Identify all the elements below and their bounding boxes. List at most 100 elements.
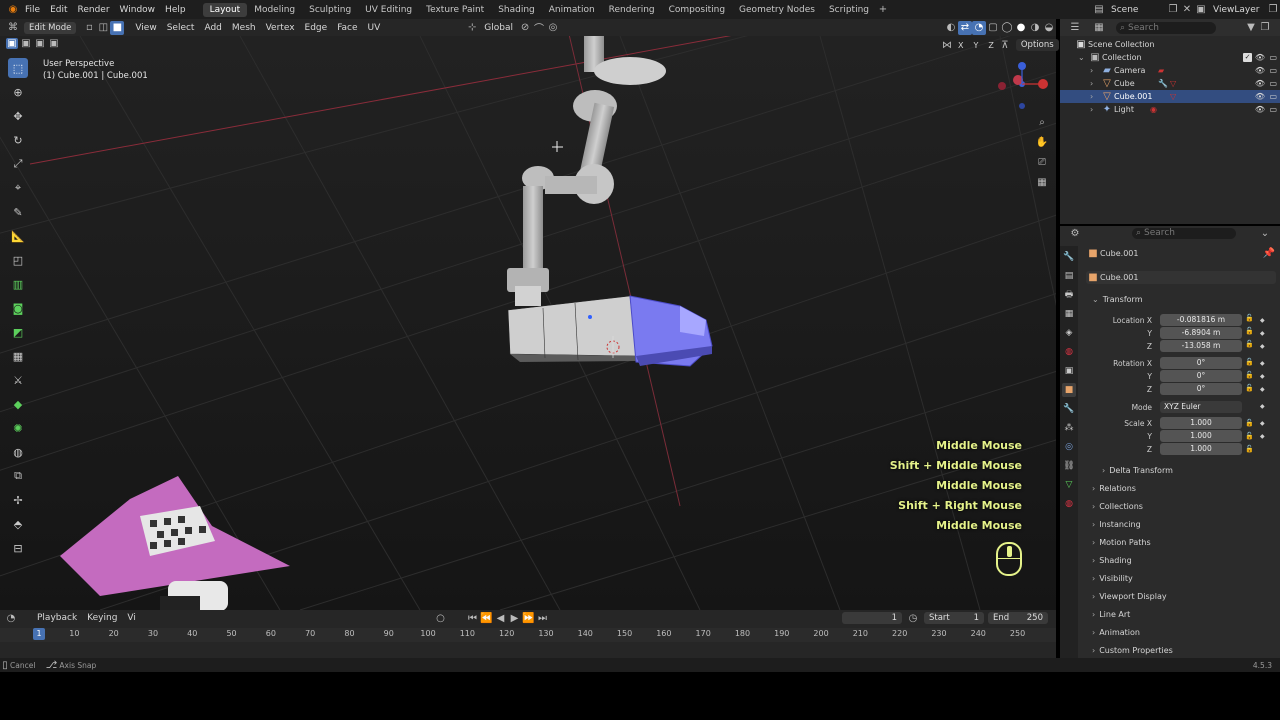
chevron-right-icon[interactable]: ›: [1090, 79, 1100, 88]
scale-y-field[interactable]: 1.000: [1160, 430, 1242, 442]
jump-start-icon[interactable]: ⏮: [465, 611, 479, 625]
render-tab-icon[interactable]: ▤: [1062, 269, 1076, 283]
lock-icon[interactable]: 🔓: [1245, 314, 1254, 326]
snap-icon[interactable]: ⌒: [532, 21, 546, 35]
shear-tool-icon[interactable]: ⬘: [8, 514, 28, 534]
menu-vertex[interactable]: Vertex: [261, 23, 300, 33]
select-intersect-icon[interactable]: ▣: [48, 38, 60, 49]
panel-visibility[interactable]: › Visibility: [1092, 574, 1133, 583]
tab-animation[interactable]: Animation: [542, 3, 602, 17]
checkbox-icon[interactable]: ✓: [1243, 53, 1252, 62]
rendered-shading-icon[interactable]: ◒: [1042, 21, 1056, 35]
editor-type-icon[interactable]: ⌘: [6, 21, 20, 35]
outliner-item-cube[interactable]: › ▽ Cube 🔧 ▽ 👁 ▭: [1060, 77, 1280, 90]
solid-shading-icon[interactable]: ●: [1014, 21, 1028, 35]
panel-instancing[interactable]: › Instancing: [1092, 520, 1141, 529]
lock-icon[interactable]: 🔓: [1245, 445, 1254, 457]
view-layer-selector[interactable]: ViewLayer: [1208, 5, 1266, 15]
panel-viewport-display[interactable]: › Viewport Display: [1092, 592, 1167, 601]
panel-custom-properties[interactable]: › Custom Properties: [1092, 646, 1173, 655]
constraints-tab-icon[interactable]: ⛓: [1062, 459, 1076, 473]
mode-selector[interactable]: Edit Mode: [24, 21, 77, 34]
select-extend-icon[interactable]: ▣: [20, 38, 32, 49]
lock-icon[interactable]: 🔓: [1245, 432, 1254, 444]
start-frame-field[interactable]: Start 1: [924, 612, 984, 624]
zoom-icon[interactable]: ⌕: [1034, 114, 1050, 130]
menu-add[interactable]: Add: [199, 23, 226, 33]
menu-render[interactable]: Render: [73, 5, 115, 15]
menu-select[interactable]: Select: [162, 23, 200, 33]
menu-file[interactable]: File: [20, 5, 45, 15]
outliner-item-cube-001[interactable]: › ▽ Cube.001 ▽ 👁 ▭: [1060, 90, 1280, 103]
camera-view-icon[interactable]: ⎚: [1034, 154, 1050, 170]
lock-icon[interactable]: 🔓: [1245, 371, 1254, 383]
keyframe-dot-icon[interactable]: ◆: [1260, 420, 1265, 433]
overlay-icon[interactable]: ◔: [972, 20, 986, 35]
view-menu[interactable]: Vi: [122, 613, 140, 623]
play-icon[interactable]: ▶: [507, 611, 521, 625]
location-x-field[interactable]: -0.081816 m: [1160, 314, 1242, 326]
navigation-gizmo[interactable]: [996, 56, 1052, 112]
rip-tool-icon[interactable]: ⊟: [8, 538, 28, 558]
keyframe-dot-icon[interactable]: ◆: [1260, 343, 1265, 360]
outliner-item-camera[interactable]: › ▰ Camera ▰ 👁 ▭: [1060, 64, 1280, 77]
scale-x-field[interactable]: 1.000: [1160, 417, 1242, 429]
loop-cut-tool-icon[interactable]: ▦: [8, 346, 28, 366]
delta-transform-panel[interactable]: › Delta Transform: [1102, 466, 1173, 475]
menu-face[interactable]: Face: [332, 23, 362, 33]
lock-icon[interactable]: 🔓: [1245, 340, 1254, 357]
tab-layout[interactable]: Layout: [202, 2, 248, 17]
keyframe-dot-icon[interactable]: ◆: [1260, 330, 1265, 343]
add-cube-tool-icon[interactable]: ◰: [8, 250, 28, 270]
record-icon[interactable]: ○: [433, 611, 447, 625]
new-collection-icon[interactable]: ❐: [1258, 21, 1272, 35]
menu-view[interactable]: View: [130, 23, 161, 33]
location-z-field[interactable]: -13.058 m: [1160, 340, 1242, 352]
mesh-symmetry-icon[interactable]: ⊼: [998, 38, 1012, 52]
select-subtract-icon[interactable]: ▣: [34, 38, 46, 49]
scale-tool-icon[interactable]: ⤢: [8, 154, 28, 174]
perspective-toggle-icon[interactable]: ▦: [1034, 174, 1050, 190]
menu-help[interactable]: Help: [160, 5, 191, 15]
keyframe-dot-icon[interactable]: ◆: [1260, 373, 1265, 386]
tab-compositing[interactable]: Compositing: [662, 3, 732, 17]
lock-icon[interactable]: 🔓: [1245, 358, 1254, 370]
camera-render-icon[interactable]: ▭: [1269, 105, 1277, 114]
chevron-down-icon[interactable]: ⌄: [1078, 53, 1088, 62]
jump-end-icon[interactable]: ⏭: [535, 611, 549, 625]
measure-tool-icon[interactable]: 📐: [8, 226, 28, 246]
location-y-field[interactable]: -6.8904 m: [1160, 327, 1242, 339]
panel-animation[interactable]: › Animation: [1092, 628, 1140, 637]
tab-shading[interactable]: Shading: [491, 3, 542, 17]
tab-texture-paint[interactable]: Texture Paint: [419, 3, 491, 17]
rotation-mode-select[interactable]: XYZ Euler: [1160, 401, 1242, 413]
keyframe-dot-icon[interactable]: ◆: [1260, 386, 1265, 403]
material-tab-icon[interactable]: ◍: [1062, 497, 1076, 511]
tab-sculpting[interactable]: Sculpting: [302, 3, 358, 17]
chevron-right-icon[interactable]: ›: [1090, 92, 1100, 101]
lock-icon[interactable]: 🔓: [1245, 327, 1254, 339]
keyframe-dot-icon[interactable]: ◆: [1260, 360, 1265, 373]
prev-keyframe-icon[interactable]: ⏪: [479, 611, 493, 625]
copy-view-layer-icon[interactable]: ❐: [1266, 3, 1280, 17]
menu-window[interactable]: Window: [115, 5, 161, 15]
menu-uv[interactable]: UV: [363, 23, 386, 33]
add-workspace-icon[interactable]: +: [876, 3, 890, 17]
eye-icon[interactable]: 👁: [1255, 66, 1265, 75]
pivot-icon[interactable]: ⊘: [518, 21, 532, 35]
eye-icon[interactable]: 👁: [1255, 92, 1265, 101]
rotation-z-field[interactable]: 0°: [1160, 383, 1242, 395]
blender-logo-icon[interactable]: ◉: [6, 3, 20, 17]
outliner-editor-icon[interactable]: ☰: [1068, 21, 1082, 35]
rotation-y-field[interactable]: 0°: [1160, 370, 1242, 382]
chevron-right-icon[interactable]: ›: [1090, 105, 1100, 114]
scale-z-field[interactable]: 1.000: [1160, 443, 1242, 455]
scene-selector[interactable]: Scene: [1106, 5, 1166, 15]
transform-panel-header[interactable]: ⌄ Transform: [1092, 295, 1143, 304]
inset-tool-icon[interactable]: ◙: [8, 298, 28, 318]
vertex-select-icon[interactable]: ▫: [82, 21, 96, 35]
annotate-tool-icon[interactable]: ✎: [8, 202, 28, 222]
camera-render-icon[interactable]: ▭: [1269, 66, 1277, 75]
3d-viewport[interactable]: User Perspective (1) Cube.001 | Cube.001…: [0, 36, 1056, 610]
filter-icon[interactable]: ▼: [1244, 21, 1258, 35]
